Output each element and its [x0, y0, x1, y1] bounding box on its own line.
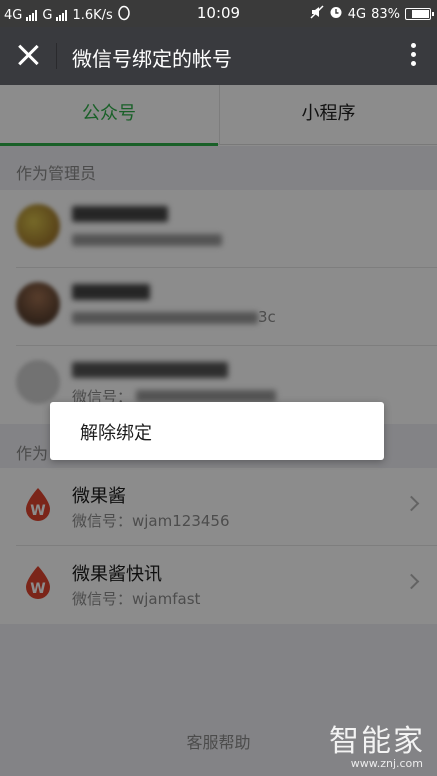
network-type-right: 4G: [347, 6, 367, 22]
watermark-brand: 智能家: [329, 724, 425, 759]
header-divider: [56, 43, 57, 69]
close-icon[interactable]: [14, 41, 42, 69]
page-title: 微信号绑定的帐号: [72, 47, 232, 71]
battery-icon: [405, 8, 434, 20]
watermark-url: www.znj.com: [350, 757, 423, 770]
status-bar: 4G G 1.6K/s 10:09 4G 83%: [0, 0, 437, 27]
battery-percent: 83%: [371, 6, 400, 22]
more-icon[interactable]: [409, 43, 417, 69]
alarm-icon: [329, 5, 343, 23]
top-bar: 微信号绑定的帐号: [0, 27, 437, 85]
mute-icon: [310, 5, 324, 23]
context-menu: 解除绑定: [50, 402, 384, 460]
unbind-menu-item[interactable]: 解除绑定: [80, 419, 152, 445]
status-right: 4G 83%: [305, 5, 434, 23]
